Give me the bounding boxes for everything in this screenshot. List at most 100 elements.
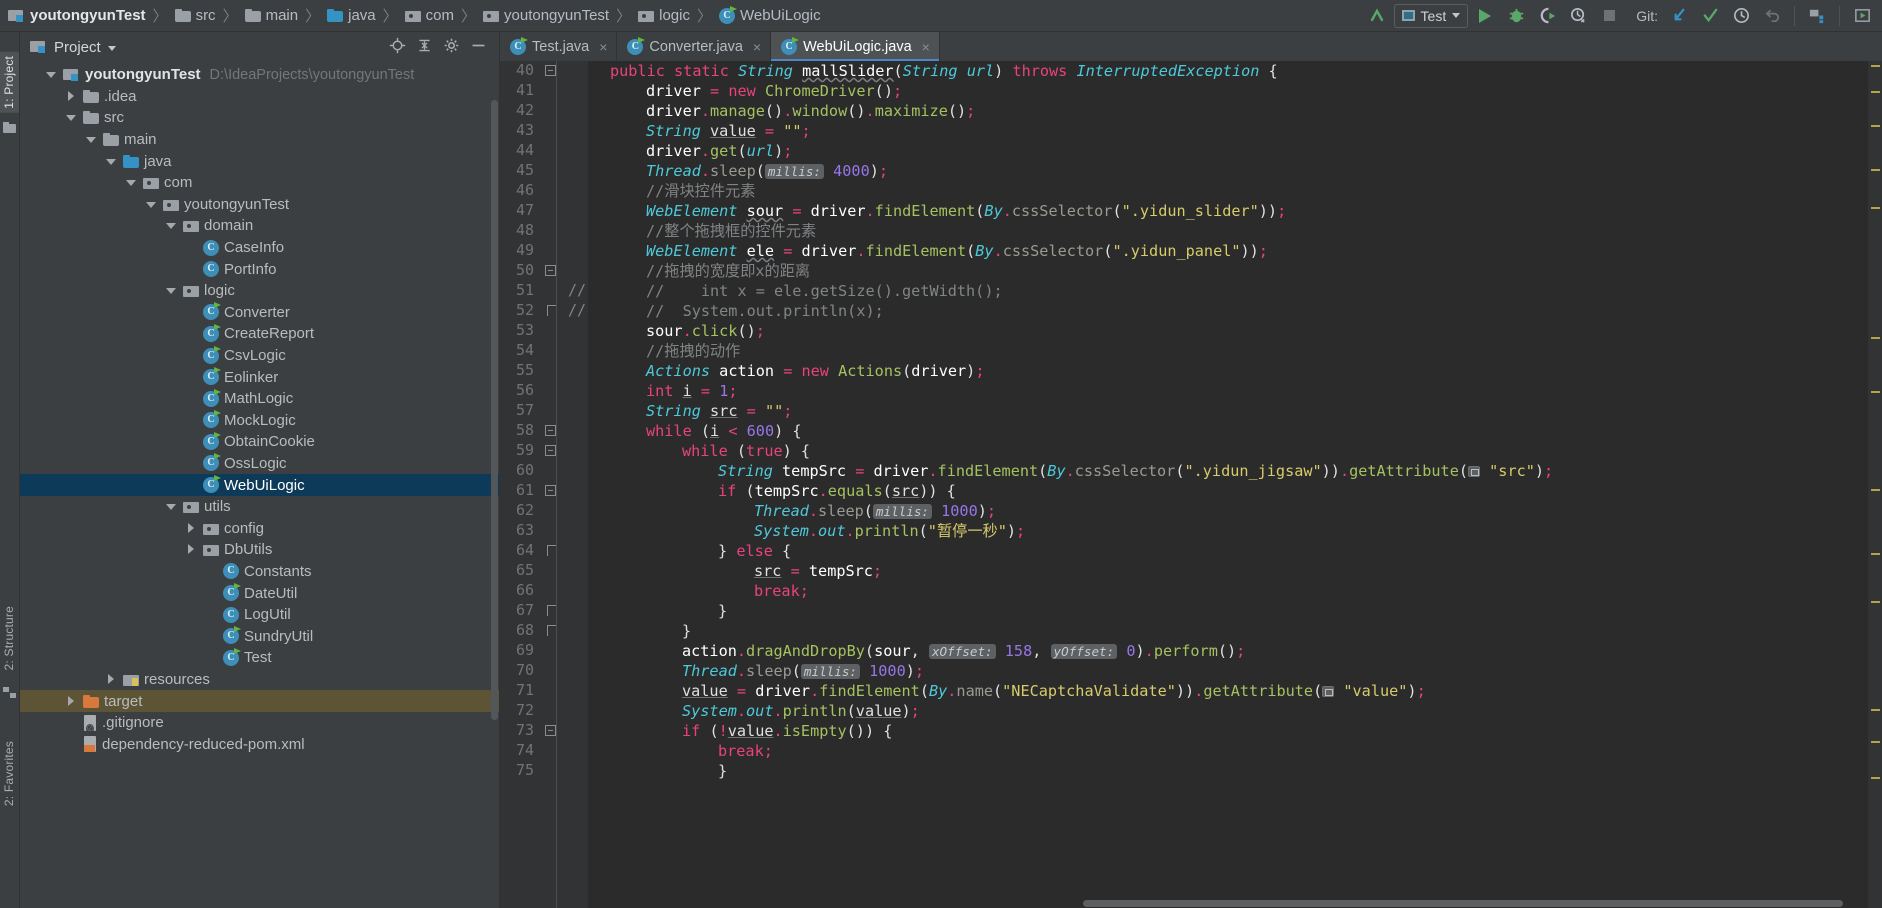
tree-item-dateutil[interactable]: C DateUtil <box>20 582 499 604</box>
tree-item-converter[interactable]: C Converter <box>20 302 499 324</box>
code-line[interactable]: if (tempSrc.equals(src)) { <box>718 481 956 501</box>
run-configuration-selector[interactable]: Test <box>1393 3 1469 28</box>
run-icon[interactable] <box>1471 3 1499 29</box>
chevron-down-icon[interactable] <box>126 177 137 188</box>
chevron-right-icon[interactable] <box>66 90 77 102</box>
tree-item-portinfo[interactable]: C PortInfo <box>20 258 499 280</box>
code-line[interactable]: Thread.sleep(millis: 1000); <box>682 661 924 682</box>
code-line[interactable]: System.out.println(value); <box>682 701 920 721</box>
tab-converter-java[interactable]: C Converter.java × <box>617 32 772 61</box>
code-line[interactable]: //滑块控件元素 <box>646 181 755 201</box>
project-structure-icon[interactable] <box>1803 3 1831 29</box>
code-line[interactable]: sour.click(); <box>646 321 765 341</box>
chevron-down-icon[interactable] <box>86 134 97 145</box>
tree-item-createreport[interactable]: C CreateReport <box>20 323 499 345</box>
breadcrumb-item-java[interactable]: java <box>327 7 376 24</box>
code-line[interactable]: int i = 1; <box>646 381 738 401</box>
project-tree-scrollbar[interactable] <box>490 62 499 908</box>
breadcrumb[interactable]: youtongyunTest 〉 src 〉 main 〉 java 〉 com 〉 youtong… <box>8 5 821 26</box>
structure-mini-icon[interactable] <box>3 687 16 698</box>
code-line[interactable]: } <box>718 761 727 781</box>
tree-item-target[interactable]: target <box>20 690 499 712</box>
chevron-right-icon[interactable] <box>186 544 197 555</box>
locate-icon[interactable] <box>389 37 406 58</box>
code-line[interactable]: while (true) { <box>682 441 810 461</box>
tree-item-logutil[interactable]: C LogUtil <box>20 604 499 626</box>
tree-item-config[interactable]: config <box>20 517 499 539</box>
debug-icon[interactable] <box>1502 3 1530 29</box>
sidebar-item-structure[interactable]: 2: Structure <box>0 602 19 674</box>
tree-item-mathlogic[interactable]: C MathLogic <box>20 388 499 410</box>
fold-collapse-icon[interactable] <box>545 265 556 276</box>
sidebar-item-favorites[interactable]: 2: Favorites <box>0 737 19 810</box>
hide-panel-icon[interactable] <box>470 37 487 58</box>
project-tree[interactable]: youtongyunTest D:\IdeaProjects\youtongyun… <box>20 62 499 908</box>
code-line[interactable]: Thread.sleep(millis: 4000); <box>646 161 888 182</box>
error-stripe-markers[interactable] <box>1868 61 1882 908</box>
tab-test-java[interactable]: C Test.java × <box>500 32 618 61</box>
stripe-marker[interactable] <box>1871 601 1880 603</box>
update-project-icon[interactable] <box>1665 3 1693 29</box>
chevron-right-icon[interactable] <box>186 522 197 534</box>
chevron-down-icon[interactable] <box>166 285 177 296</box>
code-line[interactable]: if (!value.isEmpty()) { <box>682 721 892 741</box>
chevron-right-icon[interactable] <box>66 695 77 707</box>
stripe-marker[interactable] <box>1871 741 1880 743</box>
code-line[interactable]: //拖拽的动作 <box>646 341 740 361</box>
tree-item-osslogic[interactable]: C OssLogic <box>20 453 499 475</box>
breadcrumb-item-main[interactable]: main <box>244 7 298 24</box>
code-line[interactable]: //拖拽的宽度即x的距离 <box>646 261 810 281</box>
chevron-down-icon[interactable] <box>166 220 177 231</box>
stripe-marker[interactable] <box>1871 553 1880 555</box>
chevron-down-icon[interactable] <box>106 156 117 167</box>
gear-icon[interactable] <box>443 37 460 58</box>
code-line[interactable]: } <box>682 621 691 641</box>
tree-item--idea[interactable]: .idea <box>20 86 499 108</box>
stripe-marker[interactable] <box>1871 337 1880 339</box>
stripe-marker[interactable] <box>1871 207 1880 209</box>
code-line[interactable]: Thread.sleep(millis: 1000); <box>754 501 996 522</box>
chevron-right-icon[interactable] <box>106 673 117 685</box>
code-content[interactable]: public static String mallSlider(String u… <box>588 61 1868 908</box>
stripe-marker[interactable] <box>1871 489 1880 491</box>
tree-item-src[interactable]: src <box>20 107 499 129</box>
commit-icon[interactable] <box>1696 3 1724 29</box>
tree-item-dbutils[interactable]: DbUtils <box>20 539 499 561</box>
code-line[interactable]: driver = new ChromeDriver(); <box>646 81 902 101</box>
chevron-down-icon[interactable] <box>166 501 177 512</box>
tree-item-domain[interactable]: domain <box>20 215 499 237</box>
tree-item-dependency-reduced-pom-xml[interactable]: dependency-reduced-pom.xml <box>20 733 499 755</box>
tree-item-logic[interactable]: logic <box>20 280 499 302</box>
fold-end-icon[interactable] <box>547 545 556 556</box>
tree-item-obtaincookie[interactable]: C ObtainCookie <box>20 431 499 453</box>
fold-collapse-icon[interactable] <box>545 725 556 736</box>
stripe-marker[interactable] <box>1871 91 1880 93</box>
code-line[interactable]: // System.out.println(x); <box>646 301 884 321</box>
profiler-icon[interactable] <box>1564 3 1592 29</box>
editor-horizontal-scrollbar[interactable] <box>588 899 1868 908</box>
close-icon[interactable]: × <box>599 39 607 55</box>
code-line[interactable]: } <box>718 601 727 621</box>
tree-item-test[interactable]: C Test <box>20 647 499 669</box>
fold-collapse-icon[interactable] <box>545 65 556 76</box>
back-arrow-icon[interactable] <box>1363 3 1391 29</box>
editor-tabs[interactable]: C Test.java × C Converter.java × C WebUiLogic.j… <box>500 32 1882 61</box>
tree-item-constants[interactable]: C Constants <box>20 561 499 583</box>
tree-item-java[interactable]: java <box>20 150 499 172</box>
stripe-marker[interactable] <box>1871 777 1880 779</box>
chevron-down-icon[interactable] <box>46 69 57 80</box>
tree-item-resources[interactable]: resources <box>20 669 499 691</box>
tree-item-csvlogic[interactable]: C CsvLogic <box>20 345 499 367</box>
breadcrumb-item-com[interactable]: com <box>404 7 454 24</box>
breadcrumb-item-logic[interactable]: logic <box>638 7 690 24</box>
tree-item-main[interactable]: main <box>20 129 499 151</box>
breadcrumb-item-youtongyuntest[interactable]: youtongyunTest <box>483 7 609 24</box>
stripe-marker[interactable] <box>1871 709 1880 711</box>
code-line[interactable]: value = driver.findElement(By.name("NECa… <box>682 681 1426 701</box>
code-line[interactable]: src = tempSrc; <box>754 561 882 581</box>
chevron-down-icon[interactable] <box>146 199 157 210</box>
code-line[interactable]: Actions action = new Actions(driver); <box>646 361 984 381</box>
code-line[interactable]: WebElement ele = driver.findElement(By.c… <box>646 241 1268 261</box>
stripe-marker[interactable] <box>1871 169 1880 171</box>
code-line[interactable]: String src = ""; <box>646 401 792 421</box>
